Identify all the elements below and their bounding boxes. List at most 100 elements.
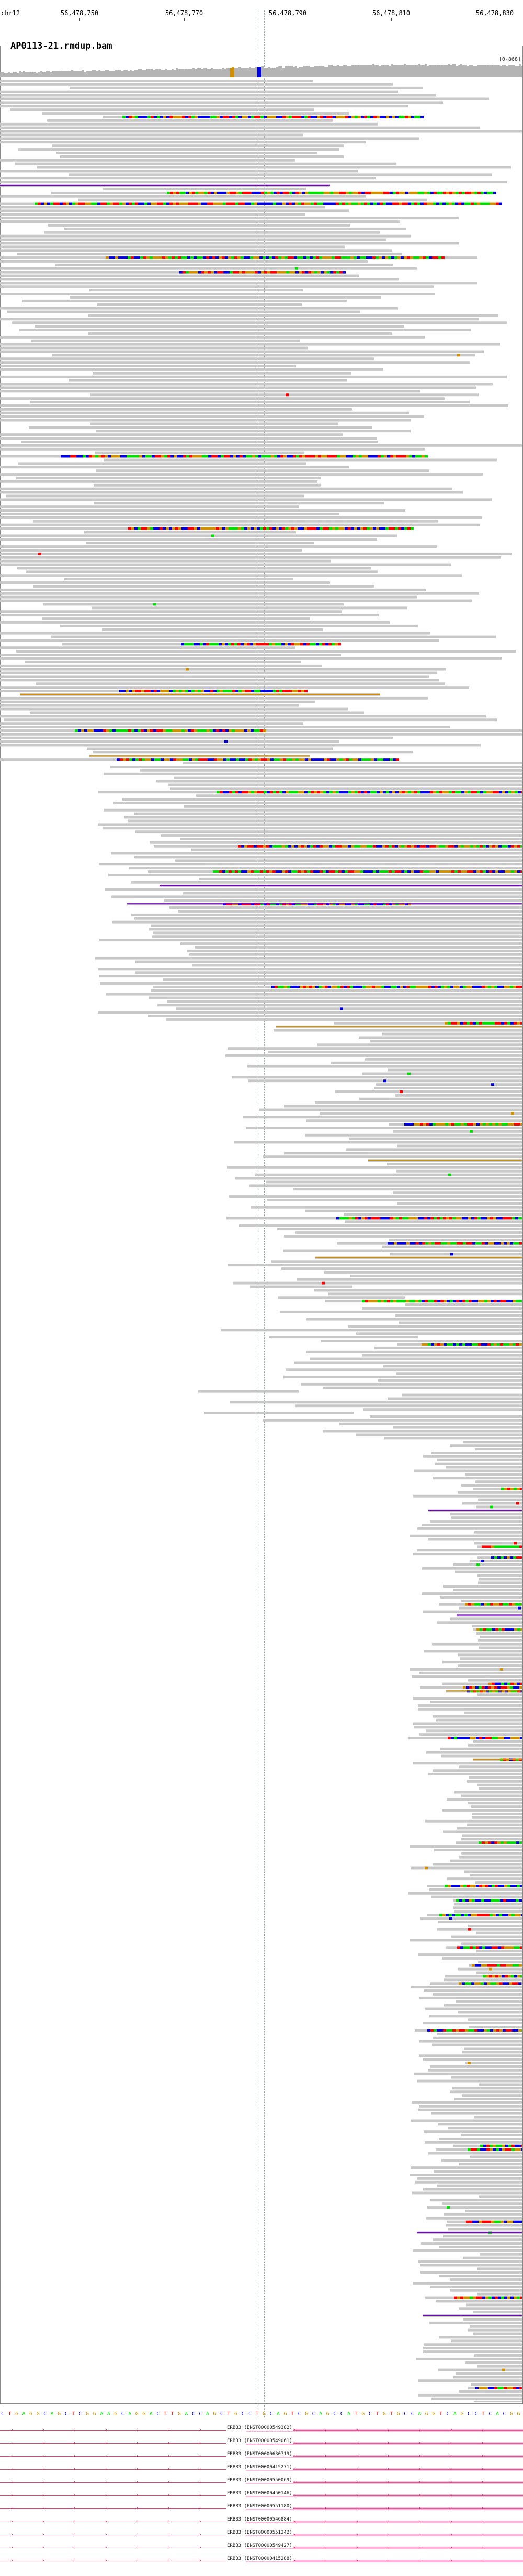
mismatch-base bbox=[519, 2220, 522, 2223]
mismatch-base bbox=[339, 758, 343, 761]
mismatch-base bbox=[399, 791, 402, 794]
coverage-bar bbox=[429, 65, 431, 77]
mismatch-base bbox=[454, 1737, 457, 1739]
gene-transcript-row[interactable]: ››››››››››››››››ERBB3 (ENST00000630719) bbox=[0, 2450, 523, 2463]
aligned-read bbox=[0, 181, 507, 184]
strand-arrow-icon: › bbox=[10, 2558, 14, 2563]
aligned-read bbox=[462, 2051, 522, 2054]
gene-transcript-row[interactable]: ››››››››››››››››ERBB3 (ENST00000546884) bbox=[0, 2515, 523, 2528]
aligned-read bbox=[419, 1671, 522, 1674]
mismatch-base bbox=[454, 2296, 457, 2299]
mismatch-base bbox=[497, 2387, 501, 2389]
mismatch-base bbox=[427, 191, 430, 194]
mismatch-base bbox=[326, 791, 329, 794]
aligned-read bbox=[456, 2000, 522, 2003]
gene-transcript-row[interactable]: ››››››››››››››››ERBB3 (ENST00000415271) bbox=[0, 2463, 523, 2476]
mismatch-base bbox=[219, 256, 222, 259]
mismatch-base bbox=[483, 2148, 486, 2151]
mismatch-base bbox=[335, 870, 338, 873]
alignment-reads[interactable] bbox=[0, 78, 522, 2402]
mismatch-base bbox=[286, 690, 289, 692]
mismatch-base bbox=[513, 2387, 516, 2389]
mismatch-base bbox=[496, 1603, 499, 1606]
aligned-read bbox=[472, 1625, 522, 1628]
strand-arrow-icon: › bbox=[324, 2467, 327, 2472]
track-title[interactable]: AP0113-21.rmdup.bam bbox=[7, 41, 116, 51]
gene-transcript-row[interactable]: ››››››››››››››››ERBB3 (ENST00000415288) bbox=[0, 2555, 523, 2568]
aligned-read bbox=[422, 1592, 522, 1595]
gene-transcript-row[interactable]: ››››››››››››››››ERBB3 (ENST00000450146) bbox=[0, 2489, 523, 2502]
mismatch-base bbox=[373, 116, 377, 118]
mismatch-base bbox=[176, 690, 179, 692]
aligned-read bbox=[474, 2116, 522, 2119]
mismatch-base bbox=[72, 202, 75, 205]
mismatch-base bbox=[499, 791, 502, 794]
aligned-read bbox=[0, 94, 436, 97]
mismatch-base bbox=[479, 1737, 482, 1739]
mismatch-base bbox=[451, 845, 454, 848]
mismatch-base bbox=[516, 1502, 519, 1505]
mismatch-base bbox=[281, 256, 285, 259]
mismatch-base bbox=[477, 791, 480, 794]
aligned-read bbox=[430, 1701, 522, 1703]
aligned-read bbox=[432, 1643, 522, 1646]
mismatch-base bbox=[404, 845, 407, 848]
aligned-read bbox=[0, 419, 411, 422]
gene-transcript-row[interactable]: ››››››››››››››››ERBB3 (ENST00000550069) bbox=[0, 2476, 523, 2489]
mismatch-base bbox=[464, 202, 468, 205]
aligned-read bbox=[453, 2376, 522, 2379]
aligned-read bbox=[418, 2393, 522, 2397]
mismatch-base bbox=[454, 1885, 457, 1887]
coverage-track[interactable] bbox=[0, 63, 522, 77]
coverage-bar bbox=[155, 69, 157, 77]
genomic-ruler[interactable]: chr12 56,478,750 56,478,770 56,478,790 5… bbox=[0, 0, 523, 21]
mismatch-base bbox=[419, 256, 423, 259]
gene-transcript-row[interactable]: ››››››››››››››››ERBB3 (ENST00000551180) bbox=[0, 2502, 523, 2515]
mismatch-base bbox=[468, 1217, 471, 1220]
aligned-read bbox=[433, 2036, 522, 2039]
coverage-bar bbox=[23, 71, 25, 77]
coverage-bar bbox=[184, 69, 186, 77]
aligned-read bbox=[90, 393, 479, 397]
gene-transcript-row[interactable]: ››››››››››››››››ERBB3 (ENST00000551242) bbox=[0, 2528, 523, 2541]
gene-transcript-row[interactable]: ››››››››››››››››ERBB3 (ENST00000549382) bbox=[0, 2424, 523, 2437]
mismatch-base bbox=[443, 1217, 446, 1220]
mismatch-base bbox=[480, 202, 483, 205]
mismatch-base bbox=[485, 1946, 488, 1949]
gene-annotation-track[interactable]: ››››››››››››››››ERBB3 (ENST00000549382)›… bbox=[0, 2422, 523, 2573]
mismatch-base bbox=[520, 1885, 522, 1887]
mismatch-base bbox=[311, 191, 314, 194]
gene-transcript-row[interactable]: ››››››››››››››››ERBB3 (ENST00000549061) bbox=[0, 2437, 523, 2450]
mismatch-base bbox=[417, 1123, 420, 1126]
mismatch-base bbox=[226, 116, 229, 118]
mismatch-base bbox=[342, 870, 345, 873]
mismatch-base bbox=[475, 1686, 479, 1689]
mismatch-base bbox=[211, 191, 214, 194]
mismatch-base bbox=[278, 643, 281, 646]
reference-base: G bbox=[177, 2411, 181, 2417]
aligned-read bbox=[419, 2054, 522, 2057]
insertion-marker bbox=[127, 903, 522, 905]
mismatch-base bbox=[411, 845, 414, 848]
aligned-read bbox=[476, 1931, 522, 1934]
aligned-read bbox=[451, 2339, 522, 2343]
coverage-bar bbox=[38, 72, 40, 77]
aligned-read bbox=[64, 227, 406, 230]
mismatch-base bbox=[507, 2387, 510, 2389]
aligned-read bbox=[36, 682, 445, 685]
mismatch-base bbox=[222, 870, 225, 873]
mismatch-base bbox=[367, 202, 370, 205]
mismatch-base bbox=[214, 455, 218, 458]
gene-transcript-row[interactable]: ››››››››››››››››ERBB3 (ENST00000549427) bbox=[0, 2541, 523, 2555]
aligned-read bbox=[25, 660, 301, 663]
aligned-read bbox=[175, 859, 522, 862]
mismatch-base bbox=[476, 1021, 479, 1025]
mismatch-base bbox=[461, 870, 464, 873]
mismatch-base bbox=[327, 758, 330, 761]
mismatch-base bbox=[490, 1982, 493, 1985]
strand-arrow-icon: › bbox=[199, 2493, 202, 2498]
ruler-tick-label: 56,478,830 bbox=[475, 9, 514, 17]
mismatch-base bbox=[269, 845, 272, 848]
mismatch-base bbox=[437, 1343, 440, 1346]
mismatch-base bbox=[496, 2144, 499, 2147]
